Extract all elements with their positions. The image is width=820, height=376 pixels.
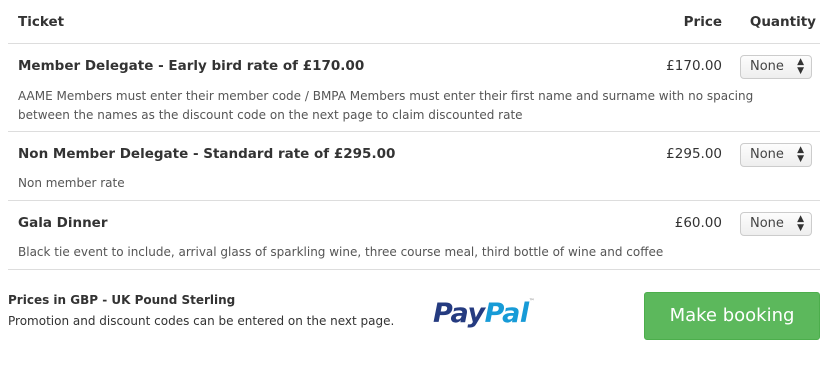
paypal-trademark: ™ xyxy=(528,298,535,305)
ticket-name: Member Delegate - Early bird rate of £17… xyxy=(18,58,365,74)
quantity-value: None xyxy=(750,59,784,74)
up-down-chevron-icon: ▲ ▼ xyxy=(797,57,804,76)
table-row: Non Member Delegate - Standard rate of £… xyxy=(8,132,820,201)
up-down-chevron-icon: ▲ ▼ xyxy=(797,214,804,233)
up-down-chevron-icon: ▲ ▼ xyxy=(797,145,804,164)
ticket-price: £170.00 xyxy=(666,58,722,74)
table-row: Member Delegate - Early bird rate of £17… xyxy=(8,44,820,132)
ticket-name: Non Member Delegate - Standard rate of £… xyxy=(18,146,396,162)
ticket-price: £295.00 xyxy=(666,146,722,162)
ticket-table: Ticket Price Quantity Member Delegate - … xyxy=(8,0,820,270)
quantity-value: None xyxy=(750,216,784,231)
quantity-select[interactable]: None ▲ ▼ xyxy=(740,55,812,79)
ticket-price: £60.00 xyxy=(674,215,722,231)
ticket-description: Non member rate xyxy=(18,176,125,190)
ticket-description: Black tie event to include, arrival glas… xyxy=(18,245,664,259)
currency-note: Prices in GBP - UK Pound Sterling xyxy=(8,293,236,307)
header-price: Price xyxy=(683,14,722,30)
quantity-select[interactable]: None ▲ ▼ xyxy=(740,143,812,167)
paypal-logo-pal: Pal xyxy=(484,298,530,329)
make-booking-button[interactable]: Make booking xyxy=(644,292,820,340)
table-header: Ticket Price Quantity xyxy=(8,0,820,44)
ticket-description: AAME Members must enter their member cod… xyxy=(18,89,754,122)
header-ticket: Ticket xyxy=(18,14,65,30)
quantity-select[interactable]: None ▲ ▼ xyxy=(740,212,812,236)
quantity-value: None xyxy=(750,147,784,162)
paypal-logo-pay: Pay xyxy=(433,298,485,329)
ticket-name: Gala Dinner xyxy=(18,215,108,231)
header-quantity: Quantity xyxy=(749,14,816,30)
promo-note: Promotion and discount codes can be ente… xyxy=(8,314,395,328)
table-row: Gala Dinner £60.00 None ▲ ▼ Black tie eve… xyxy=(8,201,820,270)
booking-footer: Prices in GBP - UK Pound Sterling Promot… xyxy=(8,290,820,370)
paypal-logo: PayPal™ xyxy=(433,298,535,329)
